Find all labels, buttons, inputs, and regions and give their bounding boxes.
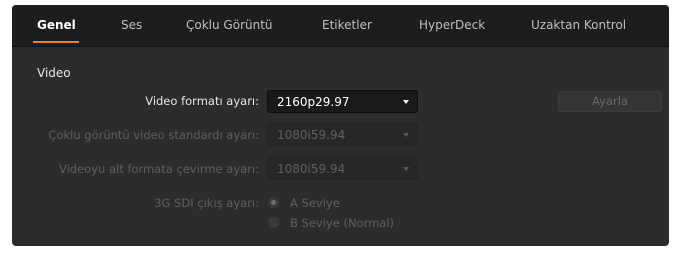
section-title-video: Video	[37, 66, 71, 80]
settings-panel: Genel Ses Çoklu Görüntü Etiketler HyperD…	[12, 5, 669, 246]
sdi-level-a-label: A Seviye	[290, 196, 340, 210]
video-format-value: 2160p29.97	[277, 95, 350, 109]
chevron-down-icon	[403, 133, 409, 137]
sdi-output-label: 3G SDI çıkış ayarı:	[154, 196, 259, 210]
tab-etiketler[interactable]: Etiketler	[322, 18, 372, 32]
radio-dot-icon	[271, 200, 276, 205]
tab-coklu-goruntu[interactable]: Çoklu Görüntü	[186, 18, 273, 32]
multiview-standard-label: Çoklu görüntü video standardı ayarı:	[48, 128, 259, 142]
active-tab-indicator	[33, 41, 79, 43]
tab-ses[interactable]: Ses	[121, 18, 142, 32]
tab-bar: Genel Ses Çoklu Görüntü Etiketler HyperD…	[12, 5, 669, 47]
tab-hyperdeck[interactable]: HyperDeck	[419, 18, 485, 32]
apply-button[interactable]: Ayarla	[558, 91, 662, 112]
sdi-level-b-label: B Seviye (Normal)	[290, 216, 395, 230]
sdi-level-b-radio[interactable]	[268, 217, 279, 228]
video-format-select[interactable]: 2160p29.97	[267, 90, 418, 113]
multiview-standard-value: 1080i59.94	[277, 128, 346, 142]
sdi-level-a-radio[interactable]	[268, 197, 279, 208]
chevron-down-icon	[403, 167, 409, 171]
tab-uzaktan-kontrol[interactable]: Uzaktan Kontrol	[531, 18, 626, 32]
downconvert-label: Videoyu alt formata çevirme ayarı:	[58, 162, 259, 176]
downconvert-select[interactable]: 1080i59.94	[267, 157, 418, 180]
tab-genel[interactable]: Genel	[37, 18, 76, 32]
video-format-label: Video formatı ayarı:	[145, 94, 259, 108]
downconvert-value: 1080i59.94	[277, 162, 346, 176]
multiview-standard-select[interactable]: 1080i59.94	[267, 123, 418, 146]
chevron-down-icon	[403, 100, 409, 104]
